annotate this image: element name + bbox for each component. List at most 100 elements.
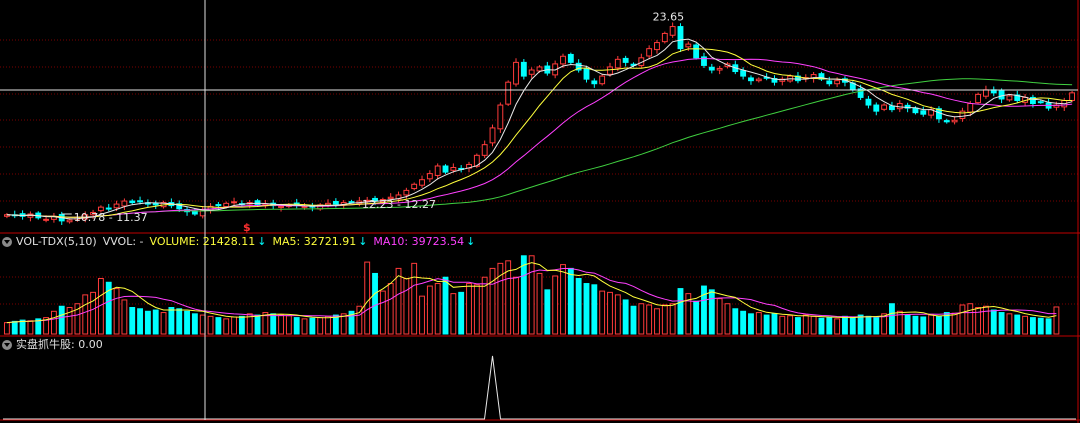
volume-bar-up xyxy=(419,295,425,335)
volume-bar-up xyxy=(207,315,214,335)
volume-bar-down xyxy=(215,317,222,335)
volume-bar-down xyxy=(129,307,136,335)
indicator-line xyxy=(3,355,1076,420)
crosshair xyxy=(0,0,1078,420)
volume-ma5-value: MA5: 32721.91 xyxy=(272,235,357,248)
candle-down xyxy=(137,200,143,203)
candle-up xyxy=(1069,92,1076,101)
volume-bar-down xyxy=(857,314,864,335)
volume-bar-down xyxy=(1037,317,1044,335)
volume-bar-down xyxy=(708,289,715,335)
volume-bar-down xyxy=(763,314,770,335)
volume-bar-down xyxy=(372,272,378,335)
volume-bar-up xyxy=(113,288,120,335)
volume-bar-up xyxy=(716,298,723,335)
volume-bar-up xyxy=(802,314,809,335)
candle-down xyxy=(826,80,833,85)
volume-bar-down xyxy=(567,267,574,335)
vvol-value: VVOL: - xyxy=(102,235,144,248)
candle-down xyxy=(583,68,590,80)
candle-down xyxy=(873,104,880,112)
candle-up xyxy=(896,103,903,110)
candle-up xyxy=(951,119,958,123)
volume-bar-up xyxy=(466,283,472,335)
volume-bar-down xyxy=(630,305,637,335)
dropdown-circle-icon[interactable] xyxy=(2,340,12,350)
candle-up xyxy=(411,183,418,190)
volume-bar-up xyxy=(278,314,284,335)
candle-down xyxy=(998,90,1005,100)
candle-up xyxy=(967,103,974,113)
volume-bar-up xyxy=(160,312,167,335)
candle-down xyxy=(215,204,222,207)
candle-up xyxy=(505,81,512,105)
candle-down xyxy=(129,200,136,204)
candle-up xyxy=(654,42,660,51)
down-arrow-icon: ↓ xyxy=(257,235,267,248)
volume-bar-down xyxy=(771,313,778,335)
volume-bar-down xyxy=(1045,318,1052,335)
volume-bar-down xyxy=(458,291,465,335)
candle-up xyxy=(716,67,723,71)
volume-bar-up xyxy=(121,299,128,335)
volume-bar-up xyxy=(638,303,645,335)
volume-bar-down xyxy=(168,307,175,335)
volume-bar-up xyxy=(928,314,935,335)
volume-indicator-name: VOL-TDX(5,10) xyxy=(16,235,97,248)
candle-up xyxy=(419,179,425,186)
volume-bar-up xyxy=(489,267,496,335)
candlestick-series xyxy=(3,22,1076,225)
candle-down xyxy=(740,70,747,77)
volume-bar-up xyxy=(82,294,89,335)
volume-bar-up xyxy=(560,264,566,335)
dropdown-circle-icon[interactable] xyxy=(2,237,12,247)
candle-down xyxy=(622,57,629,63)
candle-up xyxy=(450,167,457,171)
candle-up xyxy=(481,144,488,156)
volume-bar-up xyxy=(787,315,794,335)
volume-bar-up xyxy=(473,284,480,335)
volume-bar-up xyxy=(379,290,386,335)
volume-bar-down xyxy=(11,320,18,335)
volume-bar-up xyxy=(387,283,394,335)
down-arrow-icon: ↓ xyxy=(358,235,368,248)
candle-up xyxy=(685,43,692,48)
candle-down xyxy=(105,207,112,210)
volume-bar-down xyxy=(1014,314,1021,335)
volume-bar-down xyxy=(144,310,151,335)
volume-bar-down xyxy=(842,315,848,335)
volume-bar-down xyxy=(254,314,261,335)
candle-down xyxy=(865,98,872,106)
volume-bar-up xyxy=(536,272,543,335)
candle-down xyxy=(912,107,919,114)
volume-bar-down xyxy=(137,308,143,335)
candle-up xyxy=(959,110,966,119)
candle-up xyxy=(301,205,308,208)
volume-bar-up xyxy=(27,320,34,335)
volume-bar-down xyxy=(575,277,582,335)
volume-bar-up xyxy=(983,305,989,335)
volume-bar-up xyxy=(1006,313,1013,335)
volume-bar-up xyxy=(528,255,535,335)
volume-bar-up xyxy=(959,304,966,335)
price-annotations: 23.65 10.78 - 11.37 12.23 - 12.27 $ xyxy=(61,11,684,234)
volume-bar-up xyxy=(434,283,441,335)
volume-bar-down xyxy=(176,308,183,335)
volume-bar-down xyxy=(904,314,911,335)
candle-up xyxy=(528,69,535,75)
candle-down xyxy=(332,201,339,205)
candle-up xyxy=(426,173,433,180)
ma10-line xyxy=(6,48,1073,218)
volume-bar-down xyxy=(520,255,527,335)
candle-down xyxy=(520,61,527,77)
candle-up xyxy=(975,93,982,104)
volume-bar-down xyxy=(936,315,942,335)
volume-bar-down xyxy=(701,285,707,335)
volume-bar-up xyxy=(834,318,841,335)
volume-bar-down xyxy=(152,309,159,335)
volume-bar-up xyxy=(513,276,519,335)
volume-bar-down xyxy=(998,312,1005,335)
volume-bar-up xyxy=(1053,306,1060,335)
volume-bar-down xyxy=(912,315,919,335)
volume-bar-down xyxy=(583,283,590,335)
